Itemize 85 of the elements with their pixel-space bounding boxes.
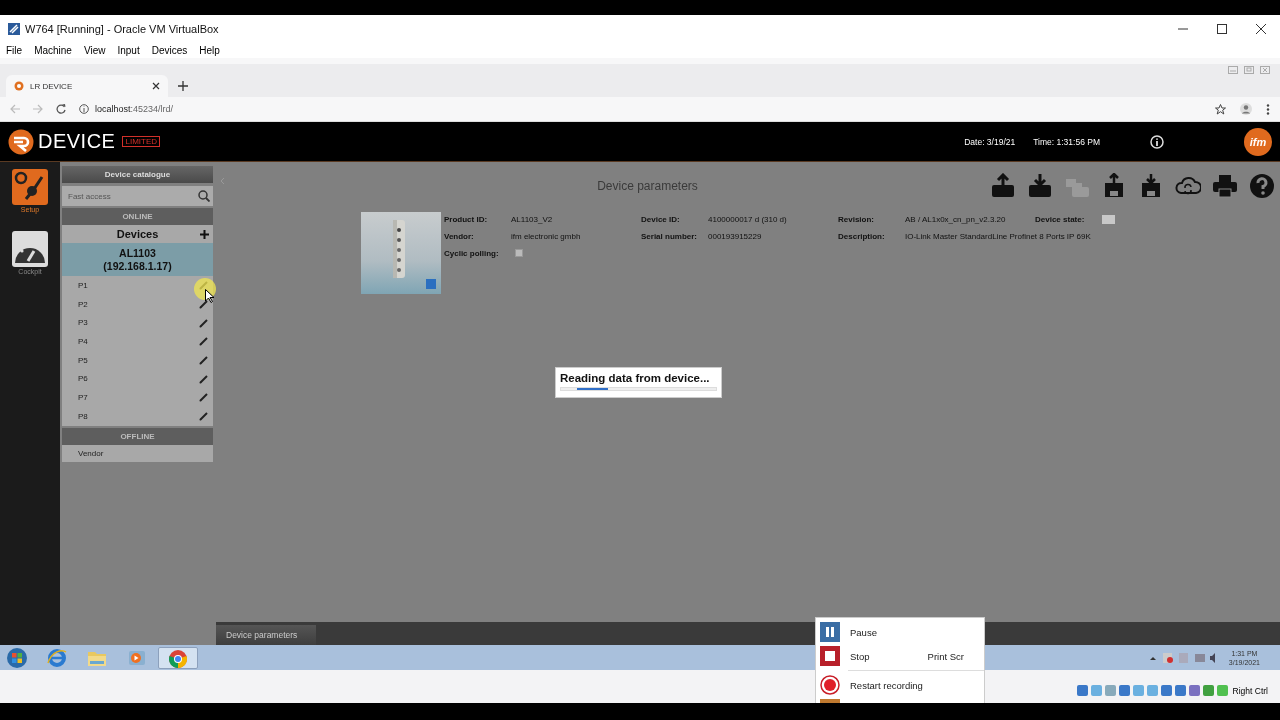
add-icon[interactable] — [200, 229, 209, 239]
port-item[interactable]: P5 — [78, 355, 88, 365]
date-label: Date: 3/19/21 — [964, 136, 1016, 147]
field-value: ifm electronic gmbh — [511, 231, 581, 241]
browser-icon — [46, 646, 68, 669]
app-logo-text: DEVICE — [38, 130, 116, 153]
menu-item[interactable]: Stop Print Scr — [816, 644, 984, 668]
menu-item[interactable]: Restart recording — [816, 673, 984, 697]
bookmark-star-icon[interactable] — [1215, 103, 1226, 115]
pencil-icon[interactable] — [199, 317, 209, 328]
menu-item[interactable]: Help — [199, 44, 220, 56]
pencil-icon[interactable] — [199, 392, 209, 403]
port-item[interactable]: P2 — [78, 299, 88, 309]
field-label: Device ID: — [641, 214, 681, 224]
menu-item[interactable]: Pause — [816, 620, 984, 644]
gauge-icon — [12, 231, 48, 267]
close-button[interactable] — [1256, 23, 1266, 34]
section-header: ONLINE — [62, 208, 213, 225]
time-label: Time: 1:31:56 PM — [1033, 136, 1100, 147]
pencil-icon[interactable] — [199, 373, 209, 384]
host-key-label: Right Ctrl — [1232, 685, 1268, 696]
reload-icon[interactable] — [56, 104, 66, 114]
port-item[interactable]: P6 — [78, 374, 88, 384]
download-icon[interactable] — [1027, 173, 1053, 199]
menu-item[interactable]: File — [6, 44, 23, 56]
logo-icon — [8, 128, 34, 155]
menu-item[interactable]: Machine — [34, 44, 72, 56]
taskbar-button[interactable] — [6, 646, 28, 669]
pause-icon — [820, 622, 840, 642]
search-field[interactable]: Fast access — [62, 186, 213, 206]
info-icon[interactable] — [1150, 134, 1164, 149]
port-item[interactable]: P7 — [78, 392, 88, 402]
stop-icon — [820, 646, 840, 666]
maximize-button[interactable] — [1217, 23, 1227, 34]
browser-tab[interactable]: LR DEVICE — [6, 75, 168, 97]
edition-badge: LIMITED — [122, 136, 161, 147]
port-item[interactable]: P4 — [78, 336, 88, 346]
menu-item[interactable]: View — [83, 44, 106, 56]
record-icon — [820, 675, 840, 695]
section-header: OFFLINE — [62, 427, 213, 445]
state-indicator — [1102, 214, 1115, 224]
mouse-cursor-icon — [205, 289, 214, 303]
pencil-icon[interactable] — [199, 411, 209, 422]
field-label: Vendor: — [444, 231, 475, 241]
field-value: 4100000017 d (310 d) — [708, 214, 787, 224]
devices-header: Devices — [62, 225, 213, 243]
new-tab-icon[interactable] — [178, 81, 188, 91]
field-label: Revision: — [838, 214, 875, 224]
panel-title: Device catalogue — [62, 166, 213, 183]
virtualbox-icon — [7, 21, 21, 36]
menu-item[interactable]: Devices — [151, 44, 188, 56]
pencil-icon[interactable] — [199, 355, 209, 366]
menu-item[interactable]: Input — [117, 44, 140, 56]
page-tab[interactable]: Device parameters — [216, 625, 316, 645]
page-title: Device parameters — [596, 179, 699, 193]
field-value: AL1103_V2 — [511, 214, 553, 224]
device-item[interactable]: AL1103 (192.168.1.17) — [62, 243, 213, 276]
print-icon[interactable] — [1212, 173, 1238, 199]
field-label: Cyclic polling: — [444, 248, 500, 258]
checkbox[interactable] — [515, 249, 523, 257]
close-tab-icon[interactable] — [152, 82, 160, 90]
field-label: Product ID: — [444, 214, 489, 224]
search-icon[interactable] — [198, 190, 210, 202]
help-icon[interactable] — [1249, 173, 1275, 199]
field-value: IO-Link Master StandardLine Profinet 8 Ports IP 69K — [905, 231, 1091, 241]
more-menu-icon[interactable] — [1266, 103, 1270, 115]
field-label: Description: — [838, 231, 886, 241]
field-value: 000193915229 — [708, 231, 762, 241]
taskbar-button[interactable] — [158, 646, 198, 669]
pencil-icon[interactable] — [199, 336, 209, 347]
port-item[interactable]: P3 — [78, 318, 88, 328]
info-icon — [79, 104, 89, 114]
port-item[interactable]: P8 — [78, 411, 88, 421]
plug-icon — [12, 169, 48, 205]
field-label: Serial number: — [641, 231, 698, 241]
field-label: Device state: — [1035, 214, 1086, 224]
window-title: W764 [Running] - Oracle VM VirtualBox — [25, 22, 220, 35]
tab-favicon-icon — [14, 81, 24, 91]
profile-icon[interactable] — [1240, 103, 1252, 115]
start-button — [6, 646, 28, 669]
chrome-icon — [167, 647, 189, 670]
port-item[interactable]: P1 — [78, 280, 88, 290]
field-value: AB / AL1x0x_cn_pn_v2.3.20 — [905, 214, 1006, 224]
brand-logo: ifm — [1244, 127, 1272, 156]
upload-icon[interactable] — [990, 173, 1016, 199]
